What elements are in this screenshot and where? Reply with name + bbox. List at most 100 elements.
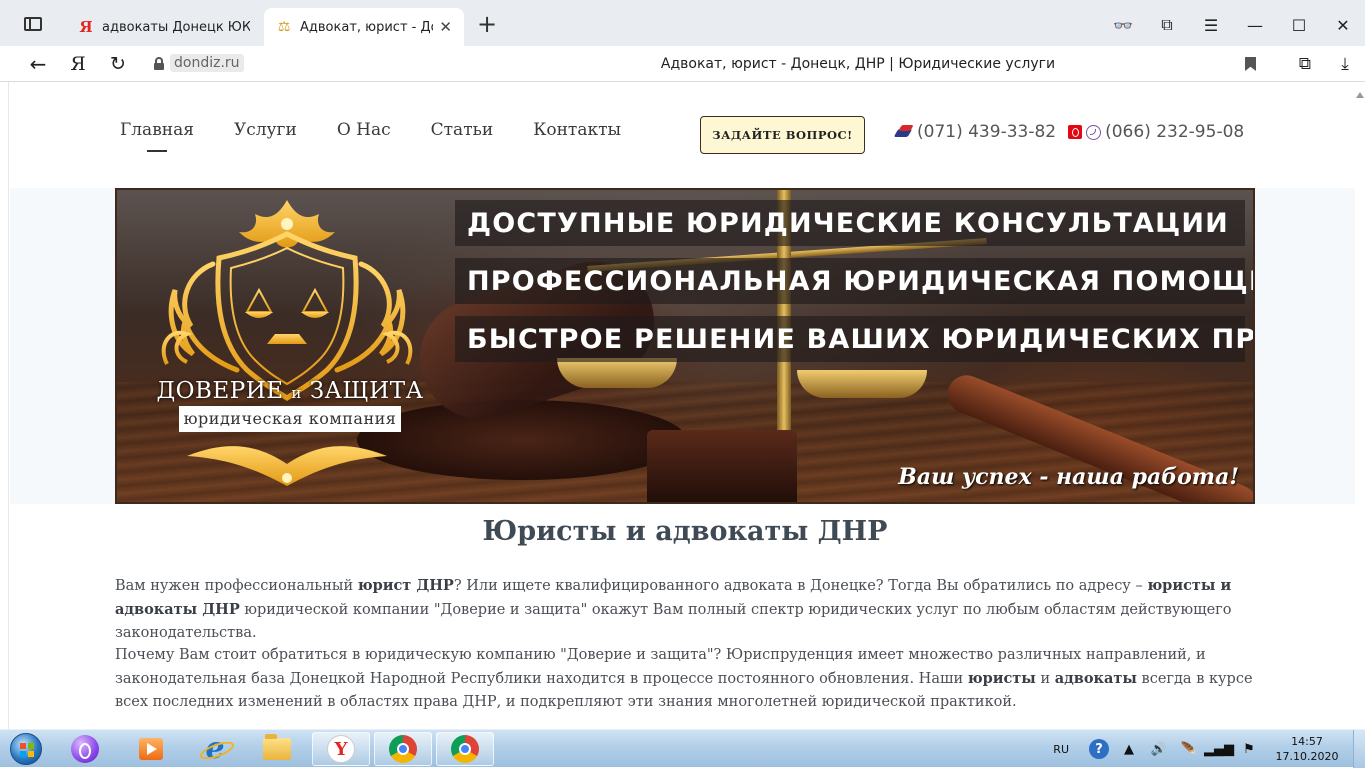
- address-bar: ← Я ↻ dondiz.ru Адвокат, юрист - Донецк,…: [0, 46, 1365, 82]
- minimize-button[interactable]: —: [1233, 8, 1277, 42]
- reader-glasses-icon[interactable]: 👓: [1101, 8, 1145, 42]
- slogan-3: БЫСТРОЕ РЕШЕНИЕ ВАШИХ ЮРИДИЧЕСКИХ ПРОБЛЕ…: [467, 323, 1255, 355]
- translate-icon[interactable]: ⧉: [1285, 50, 1325, 78]
- site-navigation: Главная Услуги О Нас Статьи Контакты: [120, 120, 621, 152]
- bold-keyword: юристы: [967, 670, 1036, 687]
- text-run: юридической компании "Доверие и защита" …: [115, 602, 1232, 641]
- hero-banner: ДОСТУПНЫЕ ЮРИДИЧЕСКИЕ КОНСУЛЬТАЦИИ ПРОФЕ…: [115, 188, 1255, 504]
- phone-2[interactable]: (066) 232-95-08: [1105, 122, 1244, 142]
- sidebar-icon: [24, 17, 42, 31]
- help-icon[interactable]: ?: [1087, 737, 1111, 761]
- new-tab-button[interactable]: +: [474, 12, 500, 38]
- download-icon[interactable]: ⤓: [1325, 50, 1365, 78]
- slogan-bar: БЫСТРОЕ РЕШЕНИЕ ВАШИХ ЮРИДИЧЕСКИХ ПРОБЛЕ…: [455, 316, 1253, 362]
- taskbar-alice[interactable]: [56, 732, 114, 766]
- nav-services[interactable]: Услуги: [234, 120, 297, 140]
- slogan-1: ДОСТУПНЫЕ ЮРИДИЧЕСКИЕ КОНСУЛЬТАЦИИ: [467, 207, 1229, 239]
- taskbar-chrome-2[interactable]: [436, 732, 494, 766]
- windows-taskbar: e Y RU ? ▲ 🔊 🪶 ▂▄▆ ⚑ 14:57 17.10.2020: [0, 729, 1365, 768]
- brand-name: ДОВЕРИЕ и ЗАЩИТА: [155, 378, 425, 404]
- page-viewport: Главная Услуги О Нас Статьи Контакты ЗАД…: [0, 82, 1365, 729]
- page-heading: Юристы и адвокаты ДНР: [482, 516, 888, 547]
- nav-home[interactable]: Главная: [120, 120, 194, 152]
- scales-icon: ⚖: [277, 19, 291, 35]
- text-run: и: [1035, 671, 1055, 687]
- start-button[interactable]: [4, 731, 48, 767]
- feather-icon[interactable]: 🪶: [1177, 737, 1201, 761]
- yandex-browser-icon: Y: [327, 735, 355, 763]
- taskbar-explorer[interactable]: [248, 732, 306, 766]
- text-run: Вам нужен профессиональный: [115, 578, 358, 594]
- viber-icon: [1086, 124, 1102, 140]
- company-logo: ДОВЕРИЕ и ЗАЩИТА юридическая компания: [127, 194, 447, 498]
- tab-yandex-search[interactable]: Я адвокаты Донецк ЮК "Дов: [66, 8, 262, 46]
- url-field[interactable]: dondiz.ru Адвокат, юрист - Донецк, ДНР |…: [146, 50, 1270, 78]
- why-us-paragraph: Почему Вам стоит обратиться в юридическу…: [115, 644, 1255, 714]
- yandex-home-button[interactable]: Я: [62, 50, 94, 78]
- sidebar-toggle-button[interactable]: [18, 12, 48, 36]
- internet-explorer-icon: e: [201, 734, 229, 764]
- tab-title: Адвокат, юрист - Донец: [300, 19, 433, 35]
- nav-contacts[interactable]: Контакты: [533, 120, 621, 140]
- menu-icon[interactable]: ☰: [1189, 8, 1233, 42]
- scales-pan-right: [797, 370, 927, 398]
- chrome-icon: [451, 735, 479, 763]
- url-domain: dondiz.ru: [170, 54, 244, 72]
- slogan-2: ПРОФЕССИОНАЛЬНАЯ ЮРИДИЧЕСКАЯ ПОМОЩЬ: [467, 265, 1255, 297]
- show-desktop-button[interactable]: [1353, 730, 1365, 768]
- banner-motto: Ваш успех - наша работа!: [898, 464, 1239, 490]
- tab-title: адвокаты Донецк ЮК "Дов: [102, 19, 250, 35]
- taskbar-internet-explorer[interactable]: e: [186, 732, 244, 766]
- clock-time: 14:57: [1291, 735, 1323, 748]
- window-controls: 👓 ⧉ ☰ — ☐ ✕: [1101, 8, 1365, 42]
- bold-keyword: адвокаты: [1054, 670, 1137, 687]
- folder-icon: [263, 734, 291, 760]
- slogan-bar: ПРОФЕССИОНАЛЬНАЯ ЮРИДИЧЕСКАЯ ПОМОЩЬ: [455, 258, 1253, 304]
- taskbar-media-player[interactable]: [122, 732, 180, 766]
- scales-pan-left: [557, 358, 677, 388]
- collections-icon[interactable]: ⧉: [1145, 8, 1189, 42]
- close-window-button[interactable]: ✕: [1321, 8, 1365, 42]
- brand-word-2: ЗАЩИТА: [309, 378, 424, 404]
- yandex-icon: Я: [79, 18, 93, 36]
- show-hidden-icons-icon[interactable]: ▲: [1117, 737, 1141, 761]
- taskbar-chrome-1[interactable]: [374, 732, 432, 766]
- brand-word-1: ДОВЕРИЕ: [156, 378, 284, 404]
- slogan-bar: ДОСТУПНЫЕ ЮРИДИЧЕСКИЕ КОНСУЛЬТАЦИИ: [455, 200, 1245, 246]
- chrome-icon: [389, 735, 417, 763]
- volume-icon[interactable]: 🔊: [1147, 737, 1171, 761]
- tab-dondiz-active[interactable]: ⚖ Адвокат, юрист - Донец ✕: [264, 8, 464, 46]
- nav-articles[interactable]: Статьи: [431, 120, 494, 140]
- page-title-in-address: Адвокат, юрист - Донецк, ДНР | Юридическ…: [660, 56, 1056, 72]
- network-signal-icon[interactable]: ▂▄▆: [1204, 737, 1234, 761]
- crest-icon: [161, 200, 413, 486]
- media-player-icon: [139, 738, 163, 760]
- vertical-scrollbar[interactable]: [1355, 82, 1365, 729]
- ask-question-button[interactable]: ЗАДАЙТЕ ВОПРОС!: [700, 116, 865, 154]
- address-bar-actions: ⧉ ⤓: [1285, 50, 1365, 78]
- brand-subtitle: юридическая компания: [179, 406, 401, 432]
- bold-keyword: юрист ДНР: [357, 577, 454, 594]
- browser-tab-strip: Я адвокаты Донецк ЮК "Дов ⚖ Адвокат, юри…: [0, 0, 1365, 46]
- page-left-edge: [8, 82, 9, 729]
- action-center-icon[interactable]: ⚑: [1237, 737, 1261, 761]
- taskbar-yandex-browser[interactable]: Y: [312, 732, 370, 766]
- maximize-button[interactable]: ☐: [1277, 8, 1321, 42]
- windows-logo-icon: [10, 733, 42, 765]
- bookmark-icon[interactable]: [1245, 57, 1256, 71]
- intro-paragraph: Вам нужен профессиональный юрист ДНР? Ил…: [115, 574, 1255, 645]
- back-button[interactable]: ←: [22, 50, 54, 78]
- alice-assistant-icon: [71, 735, 99, 763]
- phoenix-operator-icon: [896, 125, 912, 139]
- scales-stand: [647, 430, 797, 502]
- phone-1[interactable]: (071) 439-33-82: [917, 122, 1056, 142]
- scroll-up-arrow-icon[interactable]: [1356, 92, 1364, 98]
- clock[interactable]: 14:57 17.10.2020: [1267, 734, 1347, 764]
- brand-conjunction: и: [291, 384, 302, 402]
- nav-about[interactable]: О Нас: [337, 120, 391, 140]
- language-indicator[interactable]: RU: [1053, 743, 1069, 756]
- text-run: ? Или ищете квалифицированного адвоката …: [453, 578, 1148, 594]
- close-tab-icon[interactable]: ✕: [439, 18, 452, 36]
- lock-icon[interactable]: [154, 57, 164, 70]
- reload-button[interactable]: ↻: [102, 50, 134, 78]
